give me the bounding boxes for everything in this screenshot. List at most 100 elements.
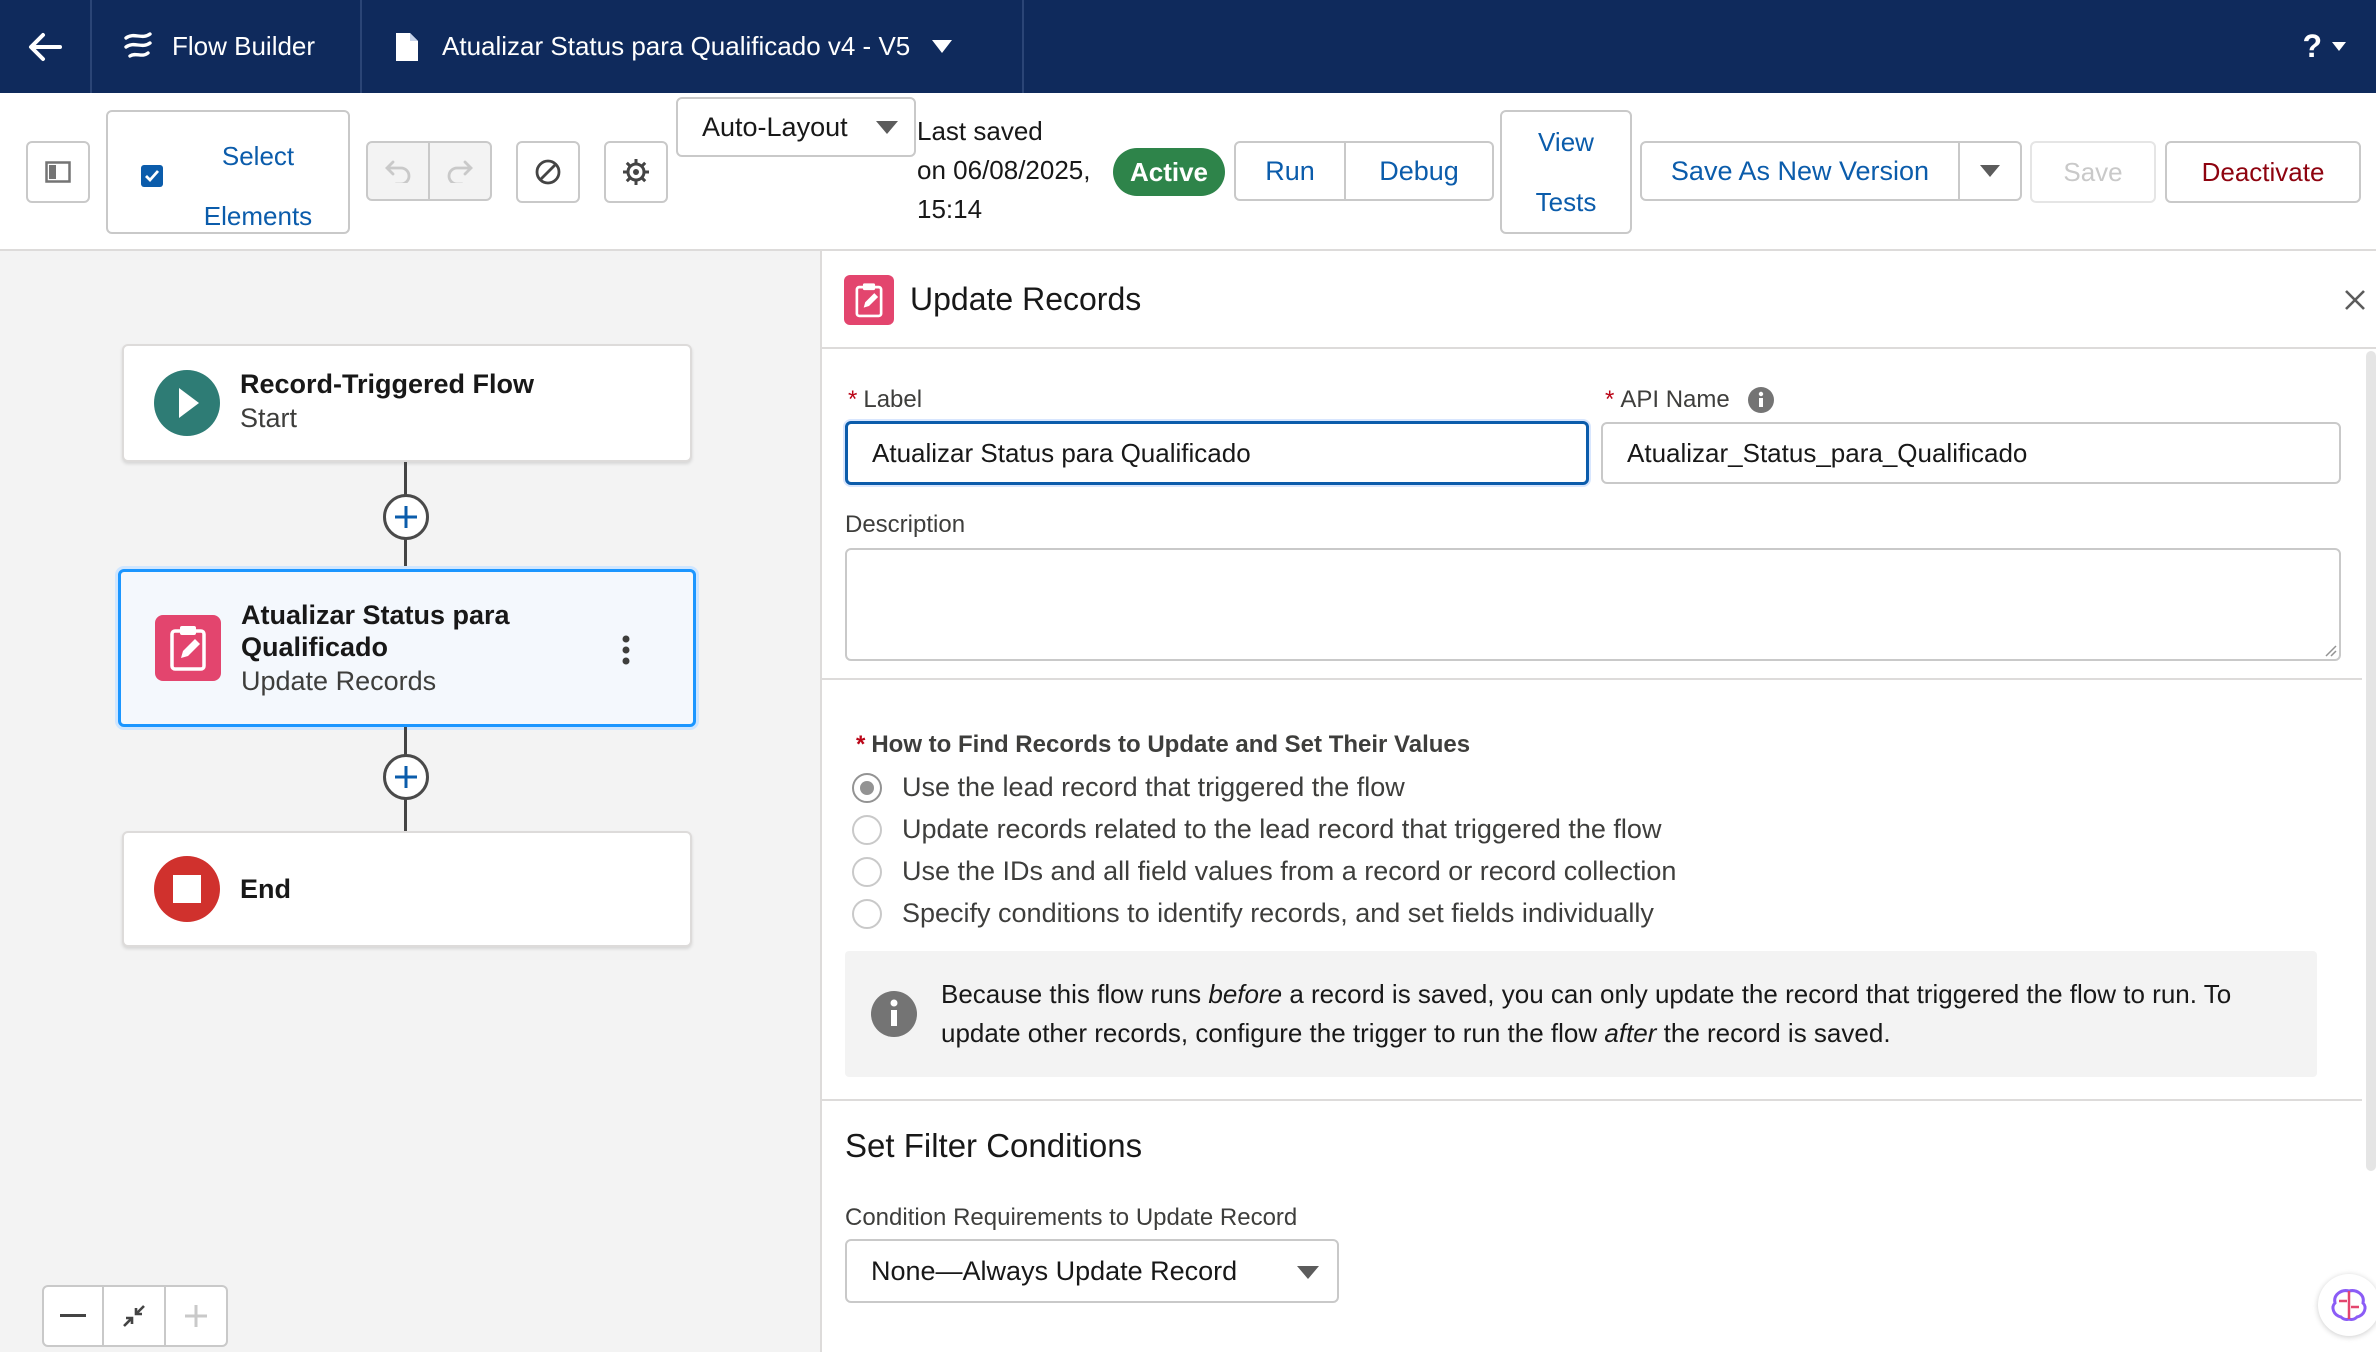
resize-handle-icon[interactable] bbox=[2323, 643, 2337, 657]
description-label: Description bbox=[845, 511, 966, 538]
radio-option-triggering-record[interactable]: Use the lead record that triggered the f… bbox=[852, 772, 1405, 803]
layout-mode-value: Auto-Layout bbox=[702, 111, 848, 142]
select-checkbox-icon bbox=[141, 165, 163, 187]
view-tests-label-1: View bbox=[1538, 127, 1594, 157]
error-check-icon bbox=[535, 159, 561, 185]
flow-name: Atualizar Status para Qualificado v4 - V… bbox=[442, 31, 911, 61]
save-button[interactable]: Save bbox=[2030, 141, 2156, 203]
deactivate-button[interactable]: Deactivate bbox=[2165, 141, 2361, 203]
last-saved-line-1: Last saved bbox=[917, 116, 1043, 146]
radio-unselected bbox=[852, 898, 882, 929]
chevron-down-icon bbox=[876, 121, 898, 134]
undo-button[interactable] bbox=[366, 141, 430, 201]
section-divider bbox=[822, 1099, 2362, 1101]
info-icon[interactable] bbox=[1747, 387, 1774, 413]
flow-builder-icon bbox=[124, 31, 152, 58]
api-name-field-label: * API Name bbox=[1605, 386, 1774, 414]
select-elements-button[interactable]: Select Elements bbox=[106, 110, 350, 234]
radio-selected bbox=[852, 772, 882, 803]
add-icon bbox=[395, 766, 417, 788]
toggle-panel-icon bbox=[45, 161, 71, 183]
last-saved-line-3: 15:14 bbox=[917, 194, 983, 224]
panel-scrollbar[interactable] bbox=[2366, 351, 2376, 1171]
panel-title: Update Records bbox=[910, 281, 1142, 317]
select-elements-label-1: Select bbox=[221, 141, 295, 171]
start-node-title: Record-Triggered Flow bbox=[240, 369, 535, 399]
radio-label: Specify conditions to identify records, … bbox=[902, 898, 1654, 928]
chevron-down-icon bbox=[2332, 42, 2346, 51]
filter-conditions-title: Set Filter Conditions bbox=[845, 1127, 1143, 1164]
end-node[interactable]: End bbox=[122, 831, 692, 947]
status-badge: Active bbox=[1113, 148, 1225, 196]
update-records-node[interactable]: Atualizar Status para Qualificado Update… bbox=[118, 569, 696, 727]
radio-label: Use the IDs and all field values from a … bbox=[902, 856, 1677, 886]
add-element-button[interactable] bbox=[383, 494, 429, 540]
stop-icon bbox=[154, 856, 220, 922]
radio-option-record-ids[interactable]: Use the IDs and all field values from a … bbox=[852, 856, 1676, 887]
document-icon bbox=[396, 32, 418, 61]
start-node-subtitle: Start bbox=[240, 403, 298, 433]
label-field-label: * Label bbox=[848, 386, 923, 413]
panel-header: Update Records bbox=[822, 251, 2376, 349]
zoom-out-icon bbox=[60, 1314, 86, 1317]
run-button[interactable]: Run bbox=[1234, 141, 1346, 201]
app-name: Flow Builder bbox=[172, 31, 316, 61]
flow-settings-button[interactable] bbox=[604, 141, 668, 203]
fit-view-button[interactable] bbox=[104, 1285, 166, 1347]
undo-icon bbox=[385, 160, 411, 183]
back-button[interactable] bbox=[0, 0, 92, 93]
zoom-controls bbox=[42, 1285, 228, 1347]
toggle-toolbox-button[interactable] bbox=[26, 141, 90, 203]
radio-option-related-records[interactable]: Update records related to the lead recor… bbox=[852, 814, 1661, 845]
radio-label: Use the lead record that triggered the f… bbox=[902, 772, 1405, 802]
api-name-input[interactable]: Atualizar_Status_para_Qualificado bbox=[1601, 422, 2341, 484]
ai-assistant-icon bbox=[2331, 1289, 2367, 1321]
condition-requirements-select[interactable]: None—Always Update Record bbox=[845, 1239, 1339, 1303]
find-records-title: * How to Find Records to Update and Set T… bbox=[856, 731, 1471, 758]
update-records-icon bbox=[844, 275, 894, 325]
run-debug-group: Run Debug bbox=[1234, 141, 1494, 201]
info-message: Because this flow runs before a record i… bbox=[845, 951, 2317, 1077]
redo-button[interactable] bbox=[430, 141, 492, 201]
undo-redo-group bbox=[366, 141, 492, 201]
check-errors-button[interactable] bbox=[516, 141, 580, 203]
condition-requirements-value: None—Always Update Record bbox=[871, 1255, 1238, 1286]
zoom-in-icon bbox=[185, 1305, 207, 1327]
app-title: Flow Builder bbox=[92, 0, 362, 93]
save-version-group: Save As New Version bbox=[1640, 141, 2022, 201]
help-menu[interactable]: ? bbox=[2302, 0, 2346, 93]
view-tests-label-2: Tests bbox=[1535, 187, 1597, 217]
debug-button[interactable]: Debug bbox=[1346, 141, 1494, 201]
label-input[interactable]: Atualizar Status para Qualificado bbox=[845, 421, 1589, 485]
close-icon[interactable] bbox=[2344, 289, 2366, 311]
start-node[interactable]: Record-Triggered Flow Start bbox=[122, 344, 692, 462]
condition-requirements-label: Condition Requirements to Update Record bbox=[845, 1204, 1298, 1231]
zoom-out-button[interactable] bbox=[42, 1285, 104, 1347]
radio-option-specify-conditions[interactable]: Specify conditions to identify records, … bbox=[852, 898, 1654, 929]
update-records-icon bbox=[155, 615, 221, 681]
chevron-down-icon bbox=[1297, 1266, 1319, 1279]
help-icon: ? bbox=[2302, 28, 2322, 64]
redo-icon bbox=[447, 160, 473, 183]
radio-label: Update records related to the lead recor… bbox=[902, 814, 1662, 844]
save-options-button[interactable] bbox=[1960, 141, 2022, 201]
description-textarea[interactable] bbox=[845, 548, 2341, 661]
last-saved-status: Last saved on 06/08/2025, 15:14 bbox=[917, 112, 1107, 229]
info-icon bbox=[871, 991, 917, 1037]
info-text: Because this flow runs before a record i… bbox=[941, 979, 2232, 1048]
section-divider bbox=[822, 678, 2362, 680]
update-node-subtitle: Update Records bbox=[241, 666, 437, 696]
chevron-down-icon bbox=[1980, 164, 2000, 177]
zoom-in-button[interactable] bbox=[166, 1285, 228, 1347]
update-node-title: Atualizar Status para Qualificado bbox=[241, 600, 510, 662]
add-element-button[interactable] bbox=[383, 754, 429, 800]
flow-version-menu[interactable]: Atualizar Status para Qualificado v4 - V… bbox=[362, 0, 1024, 93]
more-actions-icon[interactable] bbox=[621, 635, 631, 665]
save-as-new-version-button[interactable]: Save As New Version bbox=[1640, 141, 1960, 201]
ai-assistant-button[interactable] bbox=[2318, 1274, 2376, 1336]
layout-mode-select[interactable]: Auto-Layout bbox=[676, 97, 916, 157]
last-saved-line-2: on 06/08/2025, bbox=[917, 155, 1091, 185]
view-tests-button[interactable]: View Tests bbox=[1500, 110, 1632, 234]
gear-icon bbox=[623, 159, 649, 185]
select-elements-label-2: Elements bbox=[203, 201, 313, 231]
